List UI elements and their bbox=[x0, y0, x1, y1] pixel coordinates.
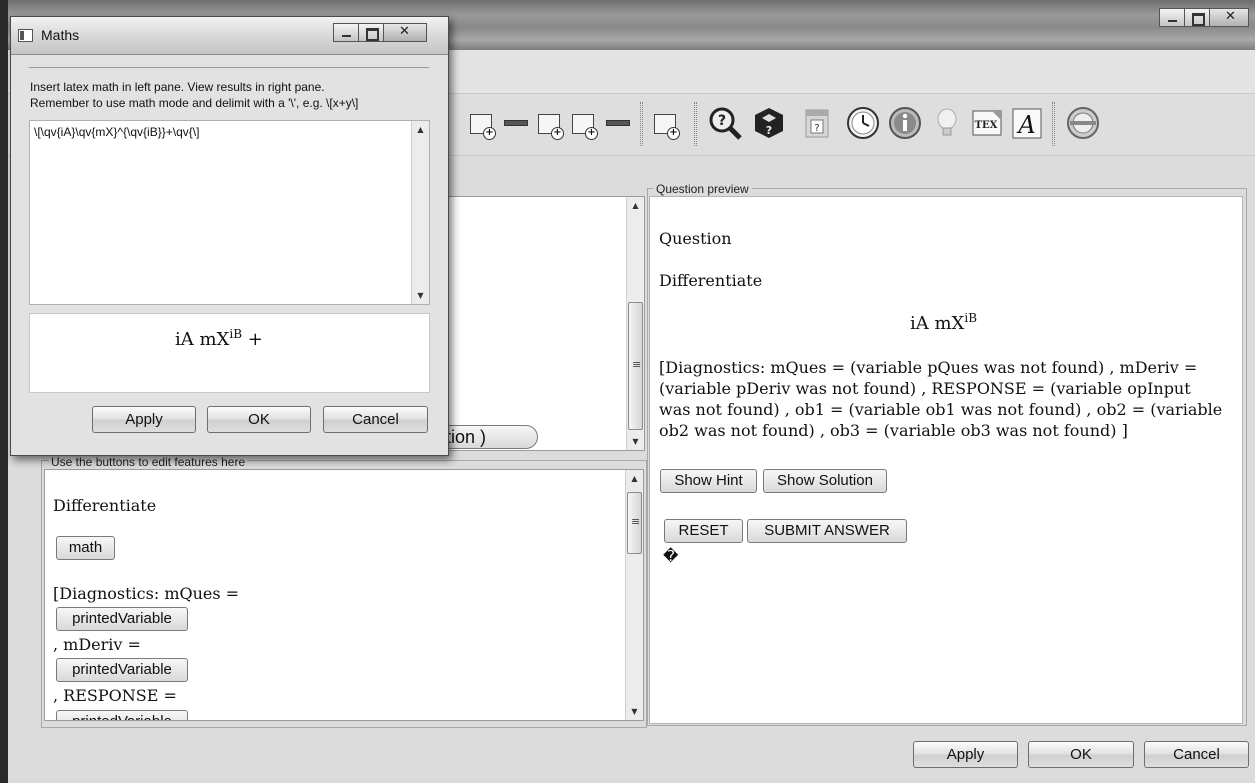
math-preview-pane: iA mXiB + bbox=[29, 313, 430, 393]
footer-apply-button[interactable]: Apply bbox=[913, 741, 1018, 768]
svg-text:TEX: TEX bbox=[975, 120, 998, 131]
maths-ok-button[interactable]: OK bbox=[207, 406, 311, 433]
close-button[interactable] bbox=[383, 23, 427, 42]
close-button[interactable] bbox=[1209, 8, 1249, 27]
info-icon[interactable] bbox=[888, 106, 922, 140]
preview-pane: Question Differentiate iA mXiB [Diagnost… bbox=[649, 196, 1243, 724]
maths-instructions: Insert latex math in left pane. View res… bbox=[30, 79, 358, 111]
preview-formula: iA mXiB bbox=[910, 311, 977, 334]
scroll-thumb[interactable] bbox=[628, 302, 643, 430]
scroll-up-icon[interactable]: ▲ bbox=[627, 197, 644, 214]
fraction-button[interactable]: raction ) bbox=[440, 425, 538, 449]
unknown-glyph: � bbox=[663, 547, 679, 565]
scroll-thumb[interactable] bbox=[627, 492, 642, 554]
instructions-line-1: Insert latex math in left pane. View res… bbox=[30, 80, 325, 94]
maximize-button[interactable] bbox=[358, 23, 384, 42]
minimize-button[interactable] bbox=[1159, 8, 1185, 27]
latex-input-text[interactable]: \[\qv{iA}\qv{mX}^{\qv{iB}}+\qv{\] bbox=[34, 125, 199, 139]
maths-window-controls bbox=[333, 23, 427, 42]
toolbar-separator bbox=[640, 102, 643, 146]
font-icon[interactable]: A bbox=[1010, 106, 1044, 140]
preview-formula-base: iA mX bbox=[910, 313, 965, 334]
left-top-pane: ▲ ▼ raction ) bbox=[439, 196, 645, 451]
insert-slide-icon[interactable] bbox=[538, 114, 564, 140]
minimize-button[interactable] bbox=[333, 23, 359, 42]
editor-response-line: , RESPONSE = bbox=[53, 686, 177, 705]
preview-diagnostics: [Diagnostics: mQues = (variable pQues wa… bbox=[659, 358, 1223, 440]
scroll-up-icon[interactable]: ▲ bbox=[412, 121, 429, 138]
preview-legend: Question preview bbox=[653, 182, 752, 196]
maths-apply-button[interactable]: Apply bbox=[92, 406, 196, 433]
maths-cancel-button[interactable]: Cancel bbox=[323, 406, 428, 433]
left-top-scrollbar[interactable]: ▲ ▼ bbox=[626, 197, 644, 450]
svg-text:?: ? bbox=[718, 113, 726, 129]
printed-variable-button[interactable]: printedVariable bbox=[56, 710, 188, 720]
show-solution-button[interactable]: Show Solution bbox=[763, 469, 887, 493]
preview-formula-sup: iB bbox=[964, 311, 978, 325]
refresh-icon[interactable] bbox=[1066, 106, 1100, 140]
editor-pane[interactable]: Differentiate math [Diagnostics: mQues =… bbox=[44, 469, 644, 721]
printed-variable-button[interactable]: printedVariable bbox=[56, 607, 188, 631]
submit-answer-button[interactable]: SUBMIT ANSWER bbox=[747, 519, 907, 543]
maths-title: Maths bbox=[41, 27, 80, 43]
insert-slide-icon[interactable] bbox=[470, 114, 496, 140]
scroll-down-icon[interactable]: ▼ bbox=[412, 287, 429, 304]
insert-slide-icon[interactable] bbox=[572, 114, 598, 140]
editor-legend: Use the buttons to edit features here bbox=[49, 455, 248, 469]
lightbulb-icon[interactable] bbox=[930, 106, 964, 140]
editor-scrollbar[interactable]: ▲ ▼ bbox=[625, 470, 643, 720]
svg-text:?: ? bbox=[814, 123, 819, 134]
maths-title-bar: Maths bbox=[11, 17, 448, 55]
scroll-up-icon[interactable]: ▲ bbox=[626, 470, 643, 487]
latex-scrollbar[interactable]: ▲ ▼ bbox=[411, 121, 429, 304]
preview-heading: Question bbox=[659, 229, 732, 248]
clock-icon[interactable] bbox=[846, 106, 880, 140]
editor-mderiv-line: , mDeriv = bbox=[53, 635, 141, 654]
math-button[interactable]: math bbox=[56, 536, 115, 560]
math-preview-formula: iA mXiB + bbox=[175, 327, 263, 350]
cube-icon[interactable]: ? bbox=[752, 106, 786, 140]
maximize-button[interactable] bbox=[1184, 8, 1210, 27]
math-preview-base: iA mX bbox=[175, 329, 230, 350]
latex-input-pane[interactable]: \[\qv{iA}\qv{mX}^{\qv{iB}}+\qv{\] ▲ ▼ bbox=[29, 120, 430, 305]
toolbar-separator bbox=[1052, 102, 1055, 146]
instructions-line-2: Remember to use math mode and delimit wi… bbox=[30, 96, 359, 110]
tex-icon[interactable]: TEX bbox=[970, 106, 1004, 140]
calendar-icon[interactable]: ? bbox=[800, 106, 834, 140]
scroll-down-icon[interactable]: ▼ bbox=[626, 703, 643, 720]
toolbar-separator bbox=[694, 102, 697, 146]
main-window-controls bbox=[1159, 8, 1249, 27]
svg-text:?: ? bbox=[766, 124, 772, 137]
scroll-down-icon[interactable]: ▼ bbox=[627, 433, 644, 450]
reset-button[interactable]: RESET bbox=[664, 519, 743, 543]
insert-bar-icon[interactable] bbox=[504, 120, 528, 126]
math-preview-sup: iB bbox=[229, 327, 243, 341]
app-icon bbox=[18, 29, 33, 42]
divider bbox=[29, 67, 429, 68]
preview-differentiate: Differentiate bbox=[659, 271, 763, 290]
show-hint-button[interactable]: Show Hint bbox=[660, 469, 757, 493]
printed-variable-button[interactable]: printedVariable bbox=[56, 658, 188, 682]
maths-dialog: Maths Insert latex math in left pane. Vi… bbox=[10, 16, 449, 456]
insert-slide-icon[interactable] bbox=[654, 114, 680, 140]
editor-diagnostics-line: [Diagnostics: mQues = bbox=[53, 584, 240, 603]
svg-text:A: A bbox=[1016, 111, 1035, 139]
editor-text-differentiate: Differentiate bbox=[53, 496, 157, 515]
math-preview-tail: + bbox=[242, 329, 263, 350]
insert-bar-icon[interactable] bbox=[606, 120, 630, 126]
footer-cancel-button[interactable]: Cancel bbox=[1144, 741, 1249, 768]
footer-ok-button[interactable]: OK bbox=[1028, 741, 1134, 768]
search-icon[interactable]: ? bbox=[708, 106, 742, 140]
